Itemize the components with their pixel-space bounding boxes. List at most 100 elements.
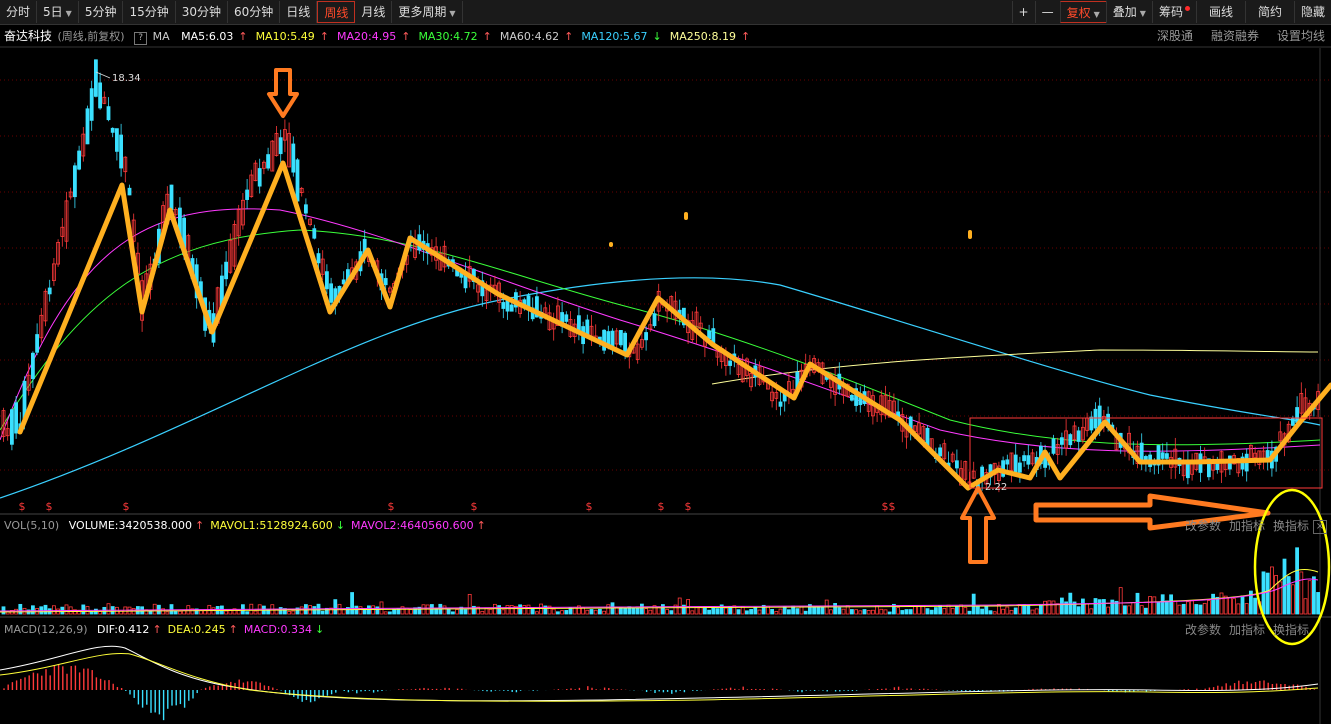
candlesticks xyxy=(1,59,1320,495)
volume-bar xyxy=(829,609,833,615)
volume-bar xyxy=(30,605,35,615)
volume-bar xyxy=(1160,594,1165,615)
candle-body xyxy=(224,261,229,280)
volume-bar xyxy=(1312,576,1316,615)
dividend-marker-icon: $ xyxy=(388,500,395,513)
volume-bar xyxy=(740,606,745,615)
volume-bar xyxy=(1106,606,1110,615)
dividend-marker-icon: $ xyxy=(19,500,26,513)
volume-bar xyxy=(585,609,590,615)
vol-controls: 改参数 加指标 换指标 xyxy=(1177,517,1309,535)
volume-bar xyxy=(408,609,413,615)
volume-bar xyxy=(1030,609,1035,615)
volume-bar xyxy=(757,609,762,615)
dividend-marker-icon: $ xyxy=(123,500,130,513)
volume-bar xyxy=(1265,572,1270,615)
volume-bar xyxy=(564,610,569,615)
candle-body xyxy=(619,330,623,346)
indicator-control-1[interactable]: 加指标 xyxy=(1229,519,1265,533)
ma120-line xyxy=(0,208,1321,499)
candle-body xyxy=(1026,455,1031,465)
event-marker xyxy=(609,242,613,247)
volume-bar xyxy=(1089,608,1094,615)
candle-body xyxy=(1291,418,1295,426)
indicator-control-2[interactable]: 换指标 xyxy=(1273,519,1309,533)
volume-bar xyxy=(1173,600,1178,615)
vol-indicator-bar: VOL(5,10) VOLUME:3420538.000 ↑ MAVOL1:5128… xyxy=(0,517,486,535)
volume-bar xyxy=(602,610,606,615)
volume-bar xyxy=(291,610,296,615)
candle-body xyxy=(955,460,959,469)
volume-bar xyxy=(89,611,94,615)
candle-body xyxy=(98,82,102,109)
ma30-curve xyxy=(0,229,1321,446)
volume-bar xyxy=(803,610,808,615)
volume-bar xyxy=(1181,603,1186,615)
indicator-control-2[interactable]: 换指标 xyxy=(1273,623,1309,637)
volume-bar xyxy=(984,606,989,615)
dividend-marker-icon: $ xyxy=(889,500,896,513)
volume-bar xyxy=(1286,576,1291,615)
volume-bar xyxy=(724,607,728,615)
mavol2-line xyxy=(0,578,1319,612)
indicator-value: MAVOL2:4640560.600 xyxy=(351,519,474,532)
indicator-control-1[interactable]: 加指标 xyxy=(1229,623,1265,637)
volume-bar xyxy=(467,593,472,615)
volume-bar xyxy=(929,609,934,615)
volume-bar xyxy=(1093,598,1098,615)
indicator-control-0[interactable]: 改参数 xyxy=(1185,623,1221,637)
candle-body xyxy=(127,187,132,196)
volume-bar xyxy=(1156,602,1161,615)
candle-body xyxy=(295,159,300,202)
vol-name[interactable]: VOL(5,10) xyxy=(4,519,59,532)
volume-bar xyxy=(480,610,485,615)
volume-bar xyxy=(1198,604,1203,615)
volume-bar xyxy=(648,609,653,615)
candle-body xyxy=(383,278,388,286)
volume-bar xyxy=(623,607,627,615)
volume-bar xyxy=(1194,604,1199,615)
volume-bar xyxy=(1034,608,1039,615)
volume-bar xyxy=(1005,606,1010,615)
volume-bar xyxy=(1047,600,1052,615)
volume-bar xyxy=(522,605,527,615)
indicator-control-0[interactable]: 改参数 xyxy=(1185,519,1221,533)
arrow-up-icon: ↑ xyxy=(152,623,162,636)
macd-histogram xyxy=(0,645,1319,721)
volume-bar xyxy=(635,607,640,615)
volume-bar xyxy=(1177,604,1182,615)
volume-bar xyxy=(1081,598,1085,615)
volume-bar xyxy=(18,603,23,615)
candle-body xyxy=(266,154,271,169)
volume-bar xyxy=(837,607,842,615)
macd-name[interactable]: MACD(12,26,9) xyxy=(4,623,88,636)
indicator-value: VOLUME:3420538.000 xyxy=(68,519,192,532)
candle-body xyxy=(778,401,783,407)
arrow-up-icon: ↑ xyxy=(194,519,205,532)
candle-body xyxy=(564,314,569,322)
volume-bar xyxy=(787,609,791,615)
volume-bar xyxy=(904,609,909,615)
dea-line xyxy=(0,652,1319,702)
candle-body xyxy=(316,253,321,264)
volume-bar xyxy=(854,609,858,615)
volume-bar xyxy=(976,606,980,615)
close-icon[interactable]: × xyxy=(1313,520,1327,534)
volume-bar xyxy=(1085,603,1089,615)
volume-bar xyxy=(492,603,497,615)
volume-bar xyxy=(631,607,636,615)
volume-bar xyxy=(1316,592,1320,615)
volume-bar xyxy=(64,604,69,615)
candle-body xyxy=(30,352,35,380)
candle-body xyxy=(77,150,81,170)
volume-bar xyxy=(551,608,556,615)
kline-chart[interactable]: $ $ $ $ $ $ $ $ $ $18.342.22 xyxy=(0,0,1331,724)
dividend-marker-icon: $ xyxy=(586,500,593,513)
candle-body xyxy=(85,108,90,145)
volume-bar xyxy=(81,604,86,615)
volume-bar xyxy=(581,607,585,615)
volume-bar xyxy=(1291,584,1295,615)
candle-body xyxy=(623,332,627,354)
volume-bar xyxy=(169,604,174,615)
volume-bar xyxy=(1169,594,1173,615)
